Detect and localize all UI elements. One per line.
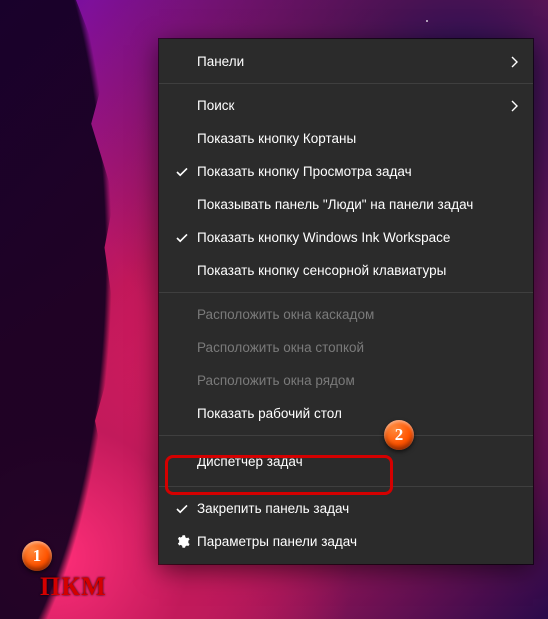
menu-item-panels[interactable]: Панели (159, 45, 533, 78)
menu-label: Показать кнопку Просмотра задач (197, 164, 519, 179)
check-icon (167, 165, 197, 179)
menu-label: Расположить окна рядом (197, 373, 519, 388)
menu-label: Поиск (197, 98, 511, 113)
annotation-badge-2: 2 (384, 420, 414, 450)
menu-label: Показывать панель "Люди" на панели задач (197, 197, 519, 212)
menu-item-stack: Расположить окна стопкой (159, 331, 533, 364)
taskbar-context-menu: Панели Поиск Показать кнопку Кортаны Пок… (159, 39, 533, 564)
menu-label: Диспетчер задач (197, 454, 519, 469)
menu-label: Показать кнопку Windows Ink Workspace (197, 230, 519, 245)
annotation-pkm-label: ПКМ (40, 572, 107, 602)
separator (159, 486, 533, 487)
separator (159, 435, 533, 436)
check-icon (167, 502, 197, 516)
menu-label: Расположить окна стопкой (197, 340, 519, 355)
menu-item-sidebyside: Расположить окна рядом (159, 364, 533, 397)
menu-item-cascade: Расположить окна каскадом (159, 298, 533, 331)
chevron-right-icon (511, 100, 519, 112)
menu-label: Показать кнопку сенсорной клавиатуры (197, 263, 519, 278)
menu-item-search[interactable]: Поиск (159, 89, 533, 122)
screenshot-root: Панели Поиск Показать кнопку Кортаны Пок… (0, 0, 548, 619)
menu-item-taskbar-settings[interactable]: Параметры панели задач (159, 525, 533, 558)
separator (159, 83, 533, 84)
menu-item-lock-taskbar[interactable]: Закрепить панель задач (159, 492, 533, 525)
menu-label: Панели (197, 54, 511, 69)
gear-icon (167, 534, 197, 549)
menu-item-touch-keyboard[interactable]: Показать кнопку сенсорной клавиатуры (159, 254, 533, 287)
annotation-badge-1: 1 (22, 541, 52, 571)
menu-item-ink[interactable]: Показать кнопку Windows Ink Workspace (159, 221, 533, 254)
menu-item-taskview[interactable]: Показать кнопку Просмотра задач (159, 155, 533, 188)
menu-item-people[interactable]: Показывать панель "Люди" на панели задач (159, 188, 533, 221)
menu-item-cortana[interactable]: Показать кнопку Кортаны (159, 122, 533, 155)
menu-item-show-desktop[interactable]: Показать рабочий стол (159, 397, 533, 430)
menu-label: Показать рабочий стол (197, 406, 519, 421)
menu-label: Параметры панели задач (197, 534, 519, 549)
menu-label: Показать кнопку Кортаны (197, 131, 519, 146)
menu-label: Расположить окна каскадом (197, 307, 519, 322)
check-icon (167, 231, 197, 245)
menu-label: Закрепить панель задач (197, 501, 519, 516)
badge-number: 2 (395, 425, 404, 445)
separator (159, 292, 533, 293)
badge-number: 1 (33, 546, 42, 566)
chevron-right-icon (511, 56, 519, 68)
menu-item-task-manager[interactable]: Диспетчер задач (159, 441, 533, 481)
